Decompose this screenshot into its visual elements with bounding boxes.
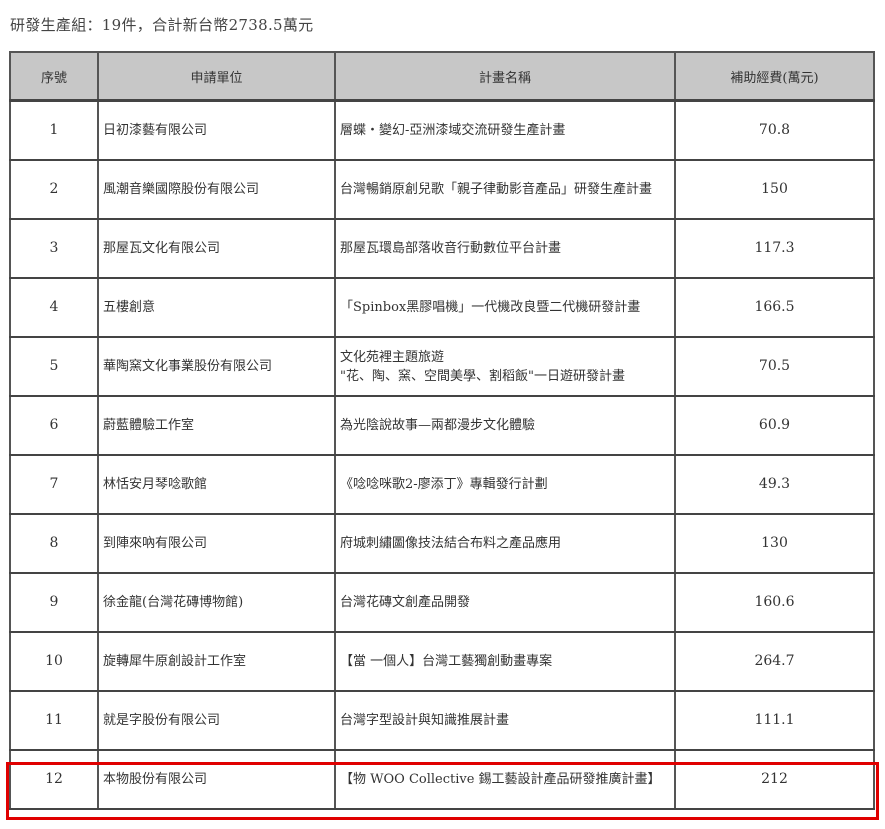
header-plan-name: 計畫名稱 [334, 51, 676, 102]
row-subsidy: 70.5 [674, 336, 875, 397]
table-row: 3 那屋瓦文化有限公司 那屋瓦環島部落收音行動數位平台計畫 117.3 [9, 218, 875, 279]
table-row: 5 華陶窯文化事業股份有限公司 文化苑裡主題旅遊 "花、陶、窯、空間美學、割稻飯"一日… [9, 336, 875, 397]
row-number: 6 [9, 395, 99, 456]
row-subsidy: 212 [674, 749, 875, 810]
table-row: 7 林恬安月琴唸歌館 《唸唸咪歌2-廖添丁》專輯發行計劃 49.3 [9, 454, 875, 515]
row-number: 7 [9, 454, 99, 515]
row-plan-name: 台灣暢銷原創兒歌「親子律動影音產品」研發生產計畫 [334, 159, 676, 220]
table-row: 12 本物股份有限公司 【物 WOO Collective 錫工藝設計產品研發推廣計… [9, 749, 875, 810]
row-number: 11 [9, 690, 99, 751]
row-plan-name: 那屋瓦環島部落收音行動數位平台計畫 [334, 218, 676, 279]
grants-table: 序號 申請單位 計畫名稱 補助經費(萬元) 1 日初漆藝有限公司 層蝶‧變幻-亞洲漆… [9, 51, 875, 810]
row-subsidy: 160.6 [674, 572, 875, 633]
table-row: 8 到陣來吶有限公司 府城刺繡圖像技法結合布料之產品應用 130 [9, 513, 875, 574]
row-number: 2 [9, 159, 99, 220]
header-subsidy: 補助經費(萬元) [674, 51, 875, 102]
row-subsidy: 166.5 [674, 277, 875, 338]
row-applicant: 那屋瓦文化有限公司 [97, 218, 336, 279]
table-header-row: 序號 申請單位 計畫名稱 補助經費(萬元) [9, 51, 875, 102]
table-row: 1 日初漆藝有限公司 層蝶‧變幻-亞洲漆域交流研發生產計畫 70.8 [9, 100, 875, 161]
row-applicant: 徐金龍(台灣花磚博物館) [97, 572, 336, 633]
row-number: 4 [9, 277, 99, 338]
row-applicant: 林恬安月琴唸歌館 [97, 454, 336, 515]
row-plan-name: 台灣字型設計與知識推展計畫 [334, 690, 676, 751]
table-row: 10 旋轉犀牛原創設計工作室 【當 一個人】台灣工藝獨創動畫專案 264.7 [9, 631, 875, 692]
header-applicant: 申請單位 [97, 51, 336, 102]
table-row: 6 蔚藍體驗工作室 為光陰說故事—兩都漫步文化體驗 60.9 [9, 395, 875, 456]
table-row: 11 就是字股份有限公司 台灣字型設計與知識推展計畫 111.1 [9, 690, 875, 751]
row-applicant: 華陶窯文化事業股份有限公司 [97, 336, 336, 397]
row-subsidy: 264.7 [674, 631, 875, 692]
row-plan-name: 台灣花磚文創產品開發 [334, 572, 676, 633]
summary-text: 研發生產組：19件，合計新台幣2738.5萬元 [10, 16, 314, 34]
row-applicant: 日初漆藝有限公司 [97, 100, 336, 161]
row-number: 3 [9, 218, 99, 279]
row-applicant: 五樓創意 [97, 277, 336, 338]
header-no: 序號 [9, 51, 99, 102]
row-number: 5 [9, 336, 99, 397]
row-plan-name: 【物 WOO Collective 錫工藝設計產品研發推廣計畫】 [334, 749, 676, 810]
row-applicant: 蔚藍體驗工作室 [97, 395, 336, 456]
row-applicant: 就是字股份有限公司 [97, 690, 336, 751]
row-applicant: 到陣來吶有限公司 [97, 513, 336, 574]
row-plan-name: 為光陰說故事—兩都漫步文化體驗 [334, 395, 676, 456]
table-row: 2 風潮音樂國際股份有限公司 台灣暢銷原創兒歌「親子律動影音產品」研發生產計畫 150 [9, 159, 875, 220]
row-plan-name: 文化苑裡主題旅遊 "花、陶、窯、空間美學、割稻飯"一日遊研發計畫 [334, 336, 676, 397]
row-subsidy: 130 [674, 513, 875, 574]
row-number: 1 [9, 100, 99, 161]
row-plan-name: 【當 一個人】台灣工藝獨創動畫專案 [334, 631, 676, 692]
row-plan-name: 府城刺繡圖像技法結合布料之產品應用 [334, 513, 676, 574]
row-subsidy: 70.8 [674, 100, 875, 161]
row-number: 12 [9, 749, 99, 810]
row-applicant: 本物股份有限公司 [97, 749, 336, 810]
row-plan-name: 《唸唸咪歌2-廖添丁》專輯發行計劃 [334, 454, 676, 515]
table-row: 9 徐金龍(台灣花磚博物館) 台灣花磚文創產品開發 160.6 [9, 572, 875, 633]
row-subsidy: 117.3 [674, 218, 875, 279]
row-applicant: 風潮音樂國際股份有限公司 [97, 159, 336, 220]
row-number: 8 [9, 513, 99, 574]
row-subsidy: 60.9 [674, 395, 875, 456]
row-number: 10 [9, 631, 99, 692]
row-plan-name: 層蝶‧變幻-亞洲漆域交流研發生產計畫 [334, 100, 676, 161]
row-subsidy: 150 [674, 159, 875, 220]
row-number: 9 [9, 572, 99, 633]
row-plan-name: 「Spinbox黑膠唱機」一代機改良暨二代機研發計畫 [334, 277, 676, 338]
table-row: 4 五樓創意 「Spinbox黑膠唱機」一代機改良暨二代機研發計畫 166.5 [9, 277, 875, 338]
row-applicant: 旋轉犀牛原創設計工作室 [97, 631, 336, 692]
row-subsidy: 111.1 [674, 690, 875, 751]
row-subsidy: 49.3 [674, 454, 875, 515]
